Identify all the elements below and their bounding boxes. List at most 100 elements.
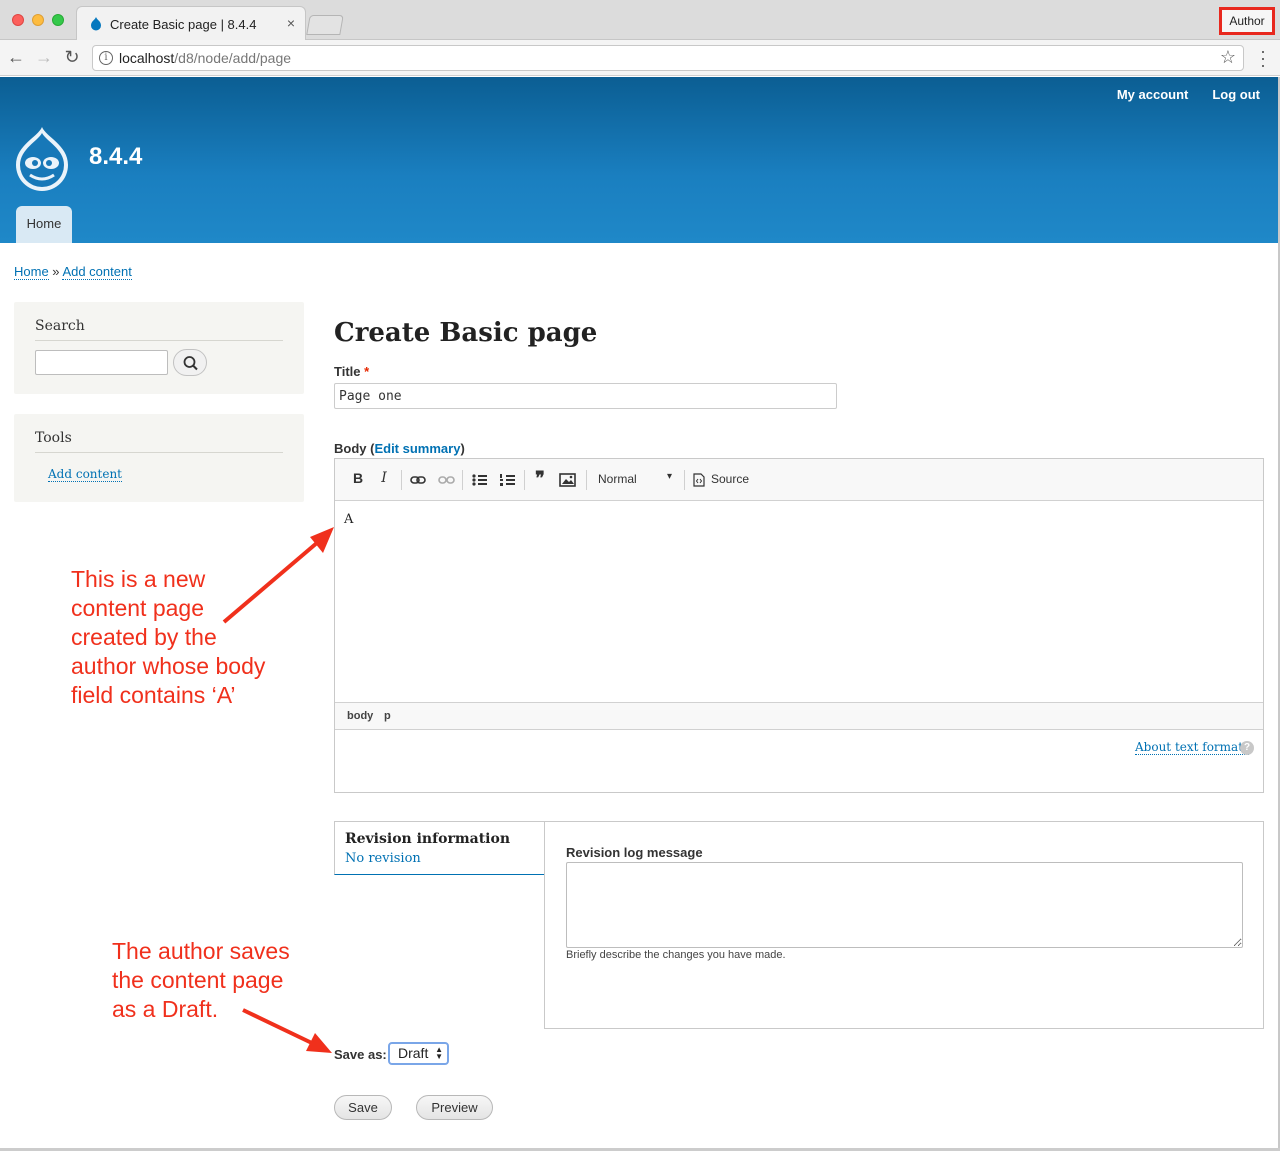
tools-block-title: Tools	[35, 430, 72, 446]
select-arrows-icon: ▲ ▼	[435, 1045, 443, 1061]
reload-icon[interactable]: ↻	[62, 47, 82, 68]
bold-button[interactable]: B	[348, 470, 368, 486]
paragraph-format-dropdown[interactable]: Normal	[598, 472, 637, 486]
preview-button[interactable]: Preview	[416, 1095, 493, 1120]
revision-panel: Revision log message Briefly describe th…	[544, 821, 1264, 1029]
revision-tab-title: Revision information	[345, 831, 511, 847]
title-label: Title *	[334, 364, 369, 379]
back-arrow-icon[interactable]: ←	[6, 47, 26, 68]
revision-vertical-tabs: Revision information No revision Revisio…	[334, 821, 1264, 1029]
toolbar-separator	[684, 470, 685, 490]
unlink-icon[interactable]	[436, 472, 456, 488]
my-account-link[interactable]: My account	[1117, 87, 1189, 102]
edit-summary-link[interactable]: Edit summary	[374, 441, 460, 456]
annotation-note-1: This is a new content page created by th…	[71, 565, 321, 710]
search-block-title: Search	[35, 318, 85, 334]
browser-tab[interactable]: Create Basic page | 8.4.4 ×	[76, 6, 306, 40]
tools-add-content-link[interactable]: Add content	[48, 467, 122, 482]
image-icon[interactable]	[558, 472, 578, 488]
revision-tab[interactable]: Revision information No revision	[334, 821, 545, 875]
browser-toolbar: ← → ↻ i localhost/d8/node/add/page ☆ · · ·	[0, 40, 1280, 76]
toolbar-separator	[586, 470, 587, 490]
revision-tab-summary: No revision	[345, 851, 421, 866]
annotation-line: The author saves	[112, 938, 290, 964]
drupal-logo-icon[interactable]	[12, 125, 72, 191]
about-text-formats-link[interactable]: About text formats	[1135, 740, 1250, 755]
editor-content[interactable]: A	[344, 512, 353, 527]
link-icon[interactable]	[408, 472, 428, 488]
log-out-link[interactable]: Log out	[1212, 87, 1260, 102]
new-tab-button[interactable]	[306, 15, 344, 35]
url-host: localhost	[119, 50, 175, 66]
browser-tab-bar: Create Basic page | 8.4.4 × Author	[0, 0, 1280, 40]
source-button[interactable]: Source	[711, 472, 749, 486]
title-input[interactable]	[334, 383, 837, 409]
url-text[interactable]: localhost/d8/node/add/page	[119, 50, 291, 66]
tab-title: Create Basic page | 8.4.4	[110, 17, 257, 32]
browser-menu-icon[interactable]: · · ·	[1255, 42, 1271, 74]
bulleted-list-icon[interactable]	[470, 472, 490, 488]
editor-toolbar: B I ❞ Normal ▾ Source	[335, 459, 1263, 501]
annotation-line: created by the	[71, 624, 217, 650]
close-window-button[interactable]	[12, 14, 24, 26]
revision-log-description: Briefly describe the changes you have ma…	[566, 949, 786, 961]
help-icon[interactable]: ?	[1240, 741, 1254, 755]
tab-close-icon[interactable]: ×	[287, 15, 295, 31]
search-input[interactable]	[35, 350, 168, 375]
revision-log-label: Revision log message	[566, 845, 703, 860]
annotation-line: field contains ‘A’	[71, 682, 236, 708]
search-icon	[183, 356, 198, 371]
toolbar-separator	[524, 470, 525, 490]
info-icon[interactable]: i	[99, 51, 113, 65]
italic-button[interactable]: I	[374, 470, 394, 486]
minimize-window-button[interactable]	[32, 14, 44, 26]
body-editor: B I ❞ Normal ▾ Source A body p About tex…	[334, 458, 1264, 793]
chevron-down-icon[interactable]: ▾	[667, 471, 672, 482]
save-as-value: Draft	[398, 1045, 429, 1061]
bookmark-star-icon[interactable]: ☆	[1220, 47, 1236, 68]
breadcrumb-home-link[interactable]: Home	[14, 264, 49, 280]
numbered-list-icon[interactable]	[498, 472, 518, 488]
required-marker: *	[364, 364, 370, 379]
url-path: /d8/node/add/page	[174, 50, 292, 66]
site-name[interactable]: 8.4.4	[89, 143, 142, 171]
element-path-p[interactable]: p	[384, 710, 391, 722]
toolbar-separator	[401, 470, 402, 490]
search-block: Search	[14, 302, 304, 394]
annotation-line: the content page	[112, 967, 284, 993]
annotation-line: content page	[71, 595, 205, 621]
save-as-select[interactable]: Draft ▲ ▼	[388, 1042, 449, 1065]
site-header: My account Log out 8.4.4 Home	[0, 77, 1280, 243]
breadcrumb: Home » Add content	[14, 264, 132, 280]
tools-block: Tools Add content	[14, 414, 304, 502]
forward-arrow-icon[interactable]: →	[34, 47, 54, 68]
divider	[35, 452, 283, 453]
body-label: Body (Edit summary)	[334, 441, 465, 456]
breadcrumb-separator: »	[48, 264, 63, 279]
nav-tab-home[interactable]: Home	[16, 206, 72, 243]
divider	[35, 340, 283, 341]
element-path-body[interactable]: body	[347, 710, 373, 722]
annotation-line: as a Draft.	[112, 996, 219, 1022]
save-as-label: Save as:	[334, 1047, 387, 1062]
annotation-note-2: The author saves the content page as a D…	[112, 937, 332, 1024]
page-title: Create Basic page	[334, 318, 598, 348]
title-label-text: Title	[334, 364, 361, 379]
blockquote-icon[interactable]: ❞	[530, 468, 550, 489]
save-button[interactable]: Save	[334, 1095, 392, 1120]
annotation-line: This is a new	[71, 566, 206, 592]
body-label-prefix: Body (	[334, 441, 375, 456]
editor-element-path: body p	[335, 702, 1263, 730]
annotation-line: author whose body	[71, 653, 266, 679]
revision-log-textarea[interactable]	[566, 862, 1243, 948]
zoom-window-button[interactable]	[52, 14, 64, 26]
breadcrumb-add-content-link[interactable]: Add content	[62, 264, 132, 280]
source-icon[interactable]	[693, 473, 705, 487]
search-button[interactable]	[173, 349, 207, 376]
profile-badge[interactable]: Author	[1219, 7, 1275, 35]
secondary-menu: My account Log out	[1117, 87, 1260, 102]
address-bar[interactable]: i localhost/d8/node/add/page ☆	[92, 45, 1244, 71]
body-label-suffix: )	[460, 441, 465, 456]
toolbar-separator	[462, 470, 463, 490]
drupal-favicon-icon	[91, 17, 101, 31]
